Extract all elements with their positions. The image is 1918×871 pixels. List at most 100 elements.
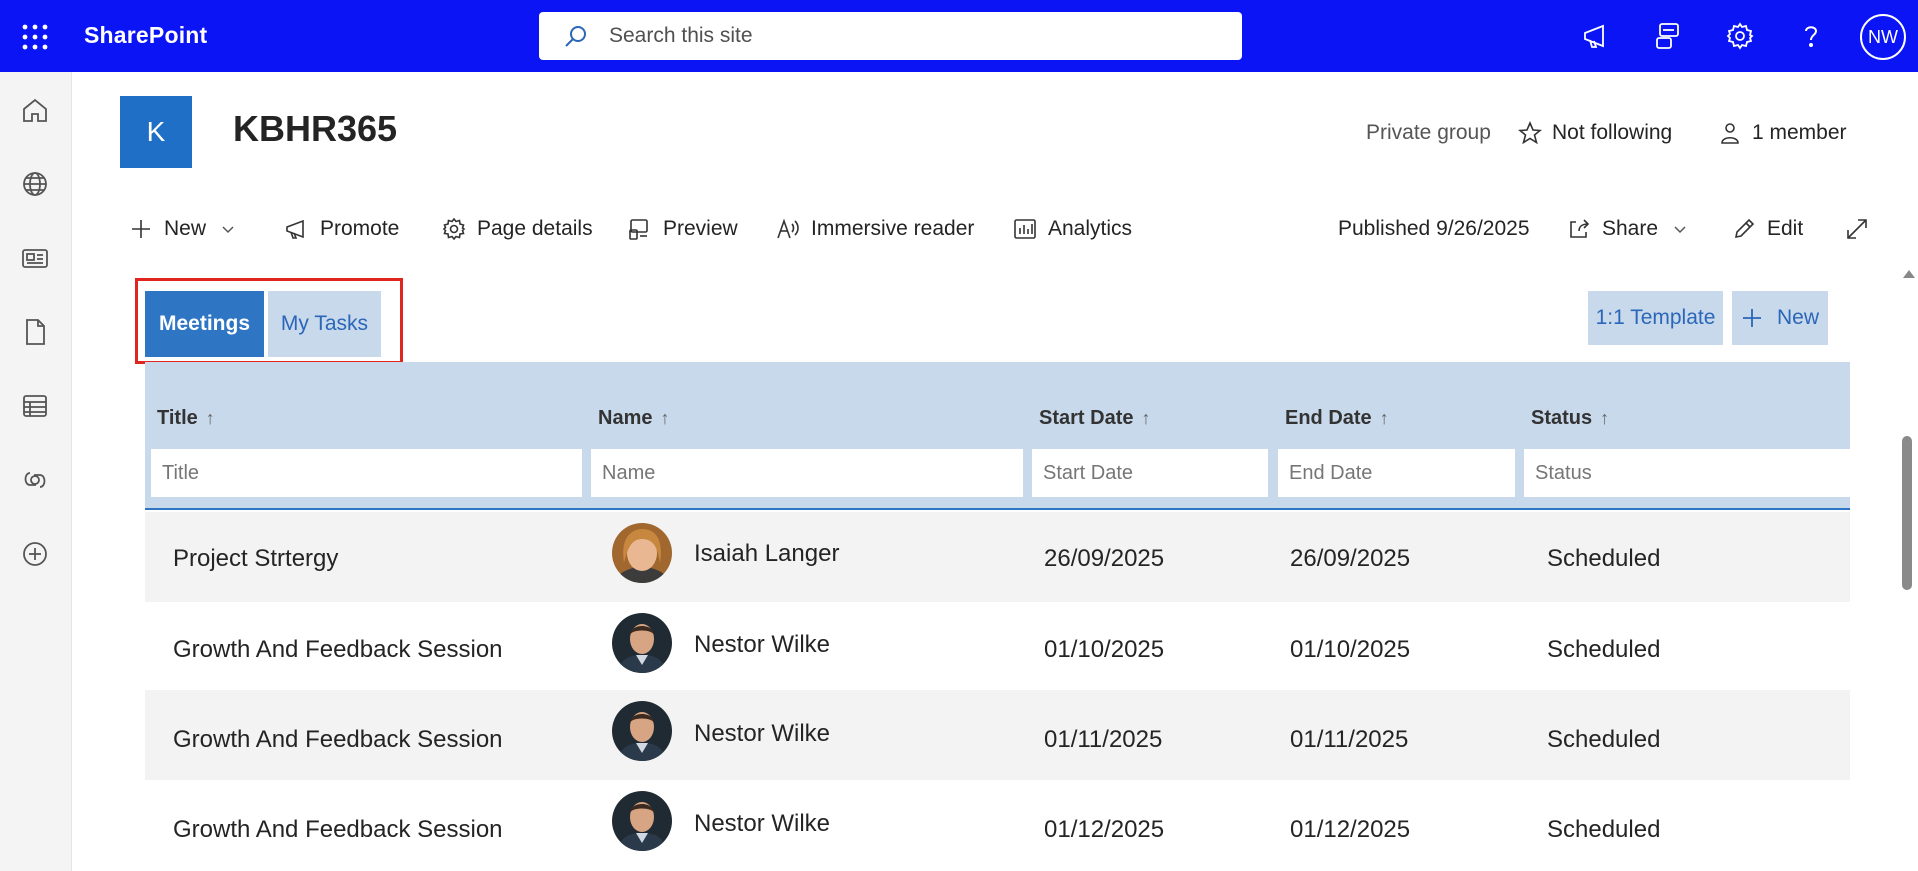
page-details-command[interactable]: Page details (441, 214, 593, 244)
preview-command[interactable]: Preview (627, 214, 738, 244)
filter-start-date-input[interactable] (1032, 449, 1268, 497)
row-start-date: 01/11/2025 (1044, 726, 1163, 753)
row-start-date: 01/12/2025 (1044, 816, 1165, 843)
app-launcher-icon[interactable] (22, 24, 48, 50)
column-header-start-date[interactable]: Start Date ↑ (1039, 407, 1150, 430)
feedback-icon[interactable] (1652, 20, 1684, 52)
new-command[interactable]: New (128, 214, 236, 244)
privacy-label: Private group (1366, 121, 1491, 144)
members-button[interactable]: 1 member (1718, 121, 1847, 145)
row-title: Project Strtergy (173, 545, 339, 572)
share-icon (1570, 219, 1590, 238)
promote-command[interactable]: Promote (284, 214, 399, 244)
page-details-label: Page details (477, 217, 593, 240)
published-status: Published 9/26/2025 (1338, 217, 1530, 240)
search-input[interactable] (609, 20, 1209, 52)
filter-name-input[interactable] (591, 449, 1023, 497)
home-icon[interactable] (20, 95, 50, 125)
sort-arrow-icon: ↑ (1141, 408, 1151, 428)
analytics-label: Analytics (1048, 217, 1133, 240)
site-title[interactable]: KBHR365 (233, 108, 397, 150)
globe-icon[interactable] (20, 169, 50, 199)
column-label: Status (1531, 407, 1593, 429)
add-new-button[interactable]: New (1732, 291, 1828, 345)
person-photo (612, 613, 672, 673)
row-title: Growth And Feedback Session (173, 726, 503, 753)
site-logo[interactable]: K (120, 96, 192, 168)
filter-status-input[interactable] (1524, 449, 1850, 497)
sharepoint-brand[interactable]: SharePoint (84, 22, 207, 49)
gear-icon (442, 217, 466, 241)
table-row[interactable]: Project Strtergy Isaiah Langer 26/09/202… (145, 512, 1850, 602)
add-new-label: New (1776, 306, 1819, 329)
scrollbar-thumb[interactable] (1902, 436, 1912, 590)
help-icon[interactable] (1795, 20, 1827, 52)
row-status: Scheduled (1547, 636, 1661, 663)
row-name[interactable]: Nestor Wilke (694, 810, 830, 838)
pencil-icon (1734, 218, 1755, 239)
row-name[interactable]: Isaiah Langer (694, 540, 839, 568)
edit-command[interactable]: Edit (1731, 214, 1803, 244)
filter-end-date-input[interactable] (1278, 449, 1515, 497)
row-name[interactable]: Nestor Wilke (694, 631, 830, 659)
add-circle-icon[interactable] (20, 539, 50, 569)
template-button[interactable]: 1:1 Template (1588, 291, 1723, 345)
left-app-bar (0, 72, 72, 871)
expand-icon[interactable] (1844, 214, 1880, 244)
news-icon[interactable] (20, 243, 50, 273)
row-end-date: 01/10/2025 (1290, 636, 1411, 663)
share-command[interactable]: Share (1566, 214, 1688, 244)
table-row[interactable]: Growth And Feedback Session Nestor Wilke… (145, 602, 1850, 692)
column-header-status[interactable]: Status ↑ (1531, 407, 1609, 430)
chevron-down-icon (1674, 226, 1686, 234)
preview-icon (629, 219, 648, 240)
filter-title-input[interactable] (151, 449, 582, 497)
star-icon (1518, 121, 1542, 145)
person-photo (612, 791, 672, 851)
new-label: New (164, 217, 207, 240)
column-header-end-date[interactable]: End Date ↑ (1285, 407, 1389, 430)
column-header-title[interactable]: Title ↑ (157, 407, 215, 430)
row-start-date: 01/10/2025 (1044, 636, 1165, 663)
row-status: Scheduled (1547, 545, 1661, 572)
site-search-box[interactable] (539, 12, 1242, 60)
chevron-down-icon (222, 226, 234, 234)
analytics-icon (1014, 219, 1036, 239)
person-photo (612, 523, 672, 583)
immersive-reader-label: Immersive reader (811, 217, 975, 240)
plus-icon (1742, 309, 1761, 327)
scroll-up-arrow-icon[interactable] (1903, 270, 1915, 278)
tab-meetings[interactable]: Meetings (145, 291, 264, 357)
person-photo (612, 701, 672, 761)
sort-arrow-icon: ↑ (205, 408, 215, 428)
row-name[interactable]: Nestor Wilke (694, 720, 830, 748)
row-end-date: 01/12/2025 (1290, 816, 1411, 843)
row-status: Scheduled (1547, 726, 1661, 753)
column-label: Name (598, 407, 653, 429)
immersive-reader-command[interactable]: Immersive reader (775, 214, 974, 244)
follow-button[interactable]: Not following (1518, 121, 1672, 145)
analytics-command[interactable]: Analytics (1012, 214, 1132, 244)
column-header-name[interactable]: Name ↑ (598, 407, 669, 430)
column-label: Start Date (1039, 407, 1134, 429)
row-start-date: 26/09/2025 (1044, 545, 1165, 572)
settings-gear-icon[interactable] (1724, 20, 1756, 52)
person-icon (1721, 123, 1739, 144)
row-status: Scheduled (1547, 816, 1661, 843)
tab-my-tasks[interactable]: My Tasks (268, 291, 381, 357)
members-label: 1 member (1752, 121, 1847, 144)
immersive-reader-icon (777, 218, 799, 239)
sort-arrow-icon: ↑ (1379, 408, 1389, 428)
follow-label: Not following (1552, 121, 1673, 144)
preview-label: Preview (663, 217, 738, 240)
sort-arrow-icon: ↑ (1600, 408, 1610, 428)
document-icon[interactable] (20, 317, 50, 347)
list-icon[interactable] (20, 391, 50, 421)
column-label: End Date (1285, 407, 1372, 429)
megaphone-icon[interactable] (1581, 20, 1613, 52)
search-icon (563, 24, 589, 50)
table-row[interactable]: Growth And Feedback Session Nestor Wilke… (145, 690, 1850, 780)
loop-icon[interactable] (20, 465, 50, 495)
user-avatar[interactable]: NW (1860, 14, 1906, 60)
table-row[interactable]: Growth And Feedback Session Nestor Wilke… (145, 780, 1850, 870)
